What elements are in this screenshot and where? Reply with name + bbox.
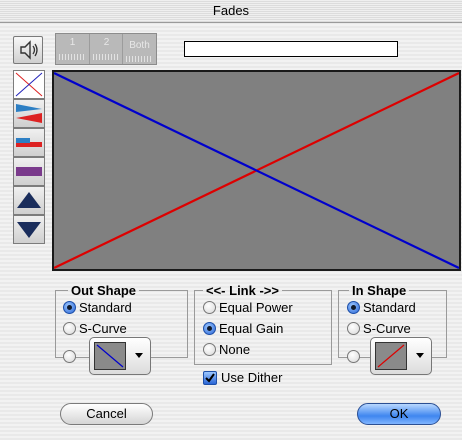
link-none-label: None — [219, 342, 251, 357]
out-shape-popup[interactable] — [89, 337, 151, 375]
crossfade-tool-button[interactable] — [13, 70, 45, 99]
channel-both-button[interactable]: Both — [122, 34, 156, 64]
use-dither-label: Use Dither — [221, 370, 283, 385]
overlap-bars-icon — [16, 138, 42, 147]
triangle-up-icon — [17, 192, 41, 208]
fade-wedges-icon — [16, 104, 42, 123]
dropdown-arrow-icon — [135, 353, 143, 358]
channel-selector: 1 2 Both — [55, 33, 157, 65]
overlap-tool-button[interactable] — [13, 128, 45, 157]
link-equal-gain-radio[interactable]: Equal Gain — [203, 321, 283, 336]
in-shape-standard-label: Standard — [363, 300, 416, 315]
ok-button[interactable]: OK — [357, 403, 441, 425]
link-title: <<- Link ->> — [206, 283, 279, 298]
radio-unselected-icon — [63, 322, 76, 335]
waveform-icon — [59, 54, 86, 60]
waveform-icon — [126, 56, 153, 62]
speaker-icon — [20, 40, 38, 60]
radio-selected-icon — [63, 301, 76, 314]
channel-both-label: Both — [129, 40, 150, 51]
link-equal-power-radio[interactable]: Equal Power — [203, 300, 293, 315]
fade-tools-sidebar — [13, 70, 45, 271]
purple-bar-icon — [16, 167, 42, 176]
radio-unselected-icon — [63, 350, 76, 363]
use-dither-checkbox[interactable]: Use Dither — [203, 370, 282, 385]
move-down-button[interactable] — [13, 215, 45, 244]
radio-unselected-icon — [203, 301, 216, 314]
window-title-bar: Fades — [0, 0, 462, 23]
out-shape-scurve-label: S-Curve — [79, 321, 127, 336]
window-title: Fades — [212, 3, 250, 18]
channel-2-button[interactable]: 2 — [89, 34, 123, 64]
crossfade-x-icon — [15, 72, 43, 97]
out-shape-standard-radio[interactable]: Standard — [63, 300, 132, 315]
link-equal-gain-label: Equal Gain — [219, 321, 284, 336]
cancel-button[interactable]: Cancel — [60, 403, 153, 425]
in-shape-custom-radio[interactable] — [347, 350, 363, 363]
in-shape-scurve-label: S-Curve — [363, 321, 411, 336]
move-up-button[interactable] — [13, 186, 45, 215]
out-shape-scurve-radio[interactable]: S-Curve — [63, 321, 127, 336]
radio-unselected-icon — [347, 350, 360, 363]
in-shape-title: In Shape — [352, 283, 407, 298]
out-curve-thumbnail — [94, 342, 126, 370]
progress-bar — [184, 41, 398, 57]
in-shape-popup[interactable] — [370, 337, 432, 375]
in-curve-thumbnail — [375, 342, 407, 370]
out-shape-custom-radio[interactable] — [63, 350, 79, 363]
triangle-down-icon — [17, 222, 41, 238]
checkmark-icon — [203, 370, 217, 385]
dropdown-arrow-icon — [416, 353, 424, 358]
fade-curve-display[interactable] — [52, 70, 461, 271]
radio-unselected-icon — [203, 343, 216, 356]
play-speaker-button[interactable] — [13, 36, 43, 64]
radio-selected-icon — [203, 322, 216, 335]
in-shape-scurve-radio[interactable]: S-Curve — [347, 321, 411, 336]
waveform-icon — [93, 54, 120, 60]
radio-selected-icon — [347, 301, 360, 314]
radio-unselected-icon — [347, 322, 360, 335]
in-shape-standard-radio[interactable]: Standard — [347, 300, 416, 315]
channel-1-button[interactable]: 1 — [56, 34, 89, 64]
channel-2-label: 2 — [103, 37, 110, 48]
flat-tool-button[interactable] — [13, 157, 45, 186]
out-shape-standard-label: Standard — [79, 300, 132, 315]
link-none-radio[interactable]: None — [203, 342, 250, 357]
link-equal-power-label: Equal Power — [219, 300, 293, 315]
channel-1-label: 1 — [69, 37, 76, 48]
out-shape-title: Out Shape — [71, 283, 137, 298]
fade-out-in-tool-button[interactable] — [13, 99, 45, 128]
